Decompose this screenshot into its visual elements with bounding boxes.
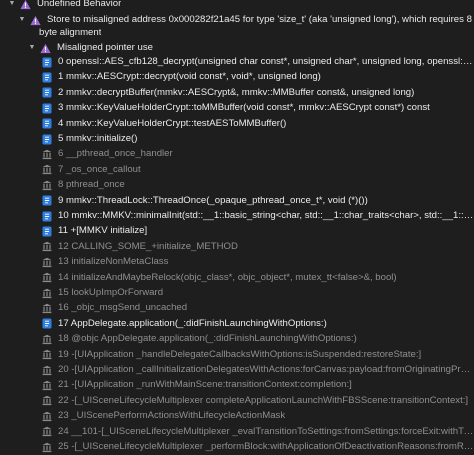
stack-frame-row[interactable]: 0 openssl::AES_cfb128_decrypt(unsigned c… [0, 54, 474, 70]
stack-frame-row[interactable]: 7 _os_once_callout [0, 162, 474, 178]
user-code-frame-icon [42, 103, 52, 114]
system-library-frame-icon [42, 365, 52, 376]
stack-frame-row[interactable]: 12 CALLING_SOME_+initialize_METHOD [0, 239, 474, 255]
system-library-frame-icon [42, 426, 52, 437]
stack-frame-row[interactable]: 23 _UIScenePerformActionsWithLifecycleAc… [0, 408, 474, 424]
disclosure-down-icon[interactable]: ▼ [28, 44, 36, 52]
stack-frame-label: 15 lookUpImpOrForward [58, 287, 164, 298]
stack-frame-row[interactable]: 24 __101-[_UISceneLifecycleMultiplexer _… [0, 424, 474, 440]
stack-frame-row[interactable]: 15 lookUpImpOrForward [0, 285, 474, 301]
system-library-frame-icon [42, 288, 52, 299]
stack-frame-row[interactable]: 13 initializeNonMetaClass [0, 254, 474, 270]
stack-frame-row[interactable]: 19 -[UIApplication _handleDelegateCallba… [0, 347, 474, 363]
system-library-frame-icon [42, 272, 52, 283]
system-library-frame-icon [42, 442, 52, 453]
issue-message-continuation: byte alignment [0, 25, 474, 41]
issue-category-label: Undefined Behavior [37, 0, 122, 9]
user-code-frame-icon [42, 118, 52, 129]
stack-frame-label: 9 mmkv::ThreadLock::ThreadOnce(_opaque_p… [58, 194, 368, 206]
issue-message-continuation-text: byte alignment [39, 27, 102, 38]
system-library-frame-icon [42, 180, 52, 191]
stack-frame-row[interactable]: 11 +[MMKV initialize] [0, 223, 474, 239]
user-code-frame-icon [42, 318, 52, 329]
system-library-frame-icon [42, 395, 52, 406]
stack-frame-label: 19 -[UIApplication _handleDelegateCallba… [58, 348, 422, 360]
stack-frame-row[interactable]: 5 mmkv::initialize() [0, 131, 474, 147]
user-code-frame-icon [42, 72, 52, 83]
stack-frame-label: 21 -[UIApplication _runWithMainScene:tra… [58, 379, 352, 391]
stack-frame-label: 16 _objc_msgSend_uncached [58, 302, 188, 314]
stack-frame-row[interactable]: 25 -[_UISceneLifecycleMultiplexer _perfo… [0, 439, 474, 455]
stack-frame-label: 22 -[_UISceneLifecycleMultiplexer comple… [58, 394, 469, 406]
stack-frame-label: 5 mmkv::initialize() [58, 133, 138, 144]
system-library-frame-icon [42, 380, 52, 391]
user-code-frame-icon [42, 87, 52, 98]
stack-frame-row[interactable]: 21 -[UIApplication _runWithMainScene:tra… [0, 377, 474, 393]
stack-frame-label: 23 _UIScenePerformActionsWithLifecycleAc… [58, 410, 286, 422]
stack-frame-label: 7 _os_once_callout [58, 163, 141, 175]
stack-frame-row[interactable]: 3 mmkv::KeyValueHolderCrypt::toMMBuffer(… [0, 100, 474, 116]
stack-frame-label: 3 mmkv::KeyValueHolderCrypt::toMMBuffer(… [58, 102, 430, 114]
stack-frame-label: 8 pthread_once [58, 179, 125, 191]
stack-frame-label: 2 mmkv::decryptBuffer(mmkv::AESCrypt&, m… [58, 86, 415, 98]
system-library-frame-icon [42, 303, 52, 314]
stack-frame-row[interactable]: 8 pthread_once [0, 177, 474, 193]
purple-warning-triangle-icon [30, 15, 41, 25]
stack-frame-label: 24 __101-[_UISceneLifecycleMultiplexer _… [58, 425, 474, 437]
issue-category-row[interactable]: ▼ Undefined Behavior [0, 0, 474, 12]
disclosure-down-icon[interactable]: ▼ [8, 0, 16, 8]
stack-frame-label: 4 mmkv::KeyValueHolderCrypt::testAESToMM… [58, 117, 287, 129]
stack-frame-row[interactable]: 1 mmkv::AESCrypt::decrypt(void const*, v… [0, 69, 474, 85]
system-library-frame-icon [42, 411, 52, 422]
system-library-frame-icon [42, 334, 52, 345]
system-library-frame-icon [42, 257, 52, 268]
issue-navigator-tree: ▼ Undefined Behavior ▼ Store to misalign… [0, 0, 474, 452]
system-library-frame-icon [42, 241, 52, 252]
stack-frame-label: 11 +[MMKV initialize] [58, 225, 148, 237]
stack-frame-row[interactable]: 6 __pthread_once_handler [0, 146, 474, 162]
system-library-frame-icon [42, 349, 52, 360]
stack-frame-label: 13 initializeNonMetaClass [58, 256, 169, 268]
stack-frame-label: 12 CALLING_SOME_+initialize_METHOD [58, 240, 238, 252]
stack-frame-row[interactable]: 18 @objc AppDelegate.application(_:didFi… [0, 331, 474, 347]
stack-frame-label: 18 @objc AppDelegate.application(_:didFi… [58, 333, 357, 345]
stack-frame-row[interactable]: 2 mmkv::decryptBuffer(mmkv::AESCrypt&, m… [0, 85, 474, 101]
stack-frame-label: 10 mmkv::MMKV::minimalInit(std::__1::bas… [58, 210, 474, 221]
disclosure-down-icon[interactable]: ▼ [18, 16, 26, 24]
stack-frame-label: 17 AppDelegate.application(_:didFinishLa… [58, 317, 327, 329]
stack-frame-row[interactable]: 10 mmkv::MMKV::minimalInit(std::__1::bas… [0, 208, 474, 224]
stack-frame-label: 14 initializeAndMaybeRelock(objc_class*,… [58, 271, 397, 283]
purple-warning-triangle-icon [40, 43, 51, 53]
stack-frame-label: 6 __pthread_once_handler [58, 148, 173, 160]
purple-warning-triangle-icon [20, 0, 31, 9]
stack-frame-row[interactable]: 20 -[UIApplication _callInitializationDe… [0, 362, 474, 378]
stack-frame-label: 1 mmkv::AESCrypt::decrypt(void const*, v… [58, 71, 321, 83]
stack-frame-label: 25 -[_UISceneLifecycleMultiplexer _perfo… [58, 441, 474, 452]
stack-frame-row[interactable]: 4 mmkv::KeyValueHolderCrypt::testAESToMM… [0, 116, 474, 132]
stack-frame-row[interactable]: 16 _objc_msgSend_uncached [0, 300, 474, 316]
user-code-frame-icon [42, 226, 52, 237]
system-library-frame-icon [42, 164, 52, 175]
stack-frame-row[interactable]: 22 -[_UISceneLifecycleMultiplexer comple… [0, 393, 474, 409]
stack-frame-row[interactable]: 9 mmkv::ThreadLock::ThreadOnce(_opaque_p… [0, 193, 474, 209]
stack-frame-row[interactable]: 14 initializeAndMaybeRelock(objc_class*,… [0, 270, 474, 286]
user-code-frame-icon [42, 134, 52, 145]
system-library-frame-icon [42, 149, 52, 160]
stack-frame-row[interactable]: 17 AppDelegate.application(_:didFinishLa… [0, 316, 474, 332]
stack-frame-label: 0 openssl::AES_cfb128_decrypt(unsigned c… [58, 56, 474, 67]
user-code-frame-icon [42, 211, 52, 222]
stack-frame-label: 20 -[UIApplication _callInitializationDe… [58, 364, 474, 375]
user-code-frame-icon [42, 195, 52, 206]
user-code-frame-icon [42, 57, 52, 68]
